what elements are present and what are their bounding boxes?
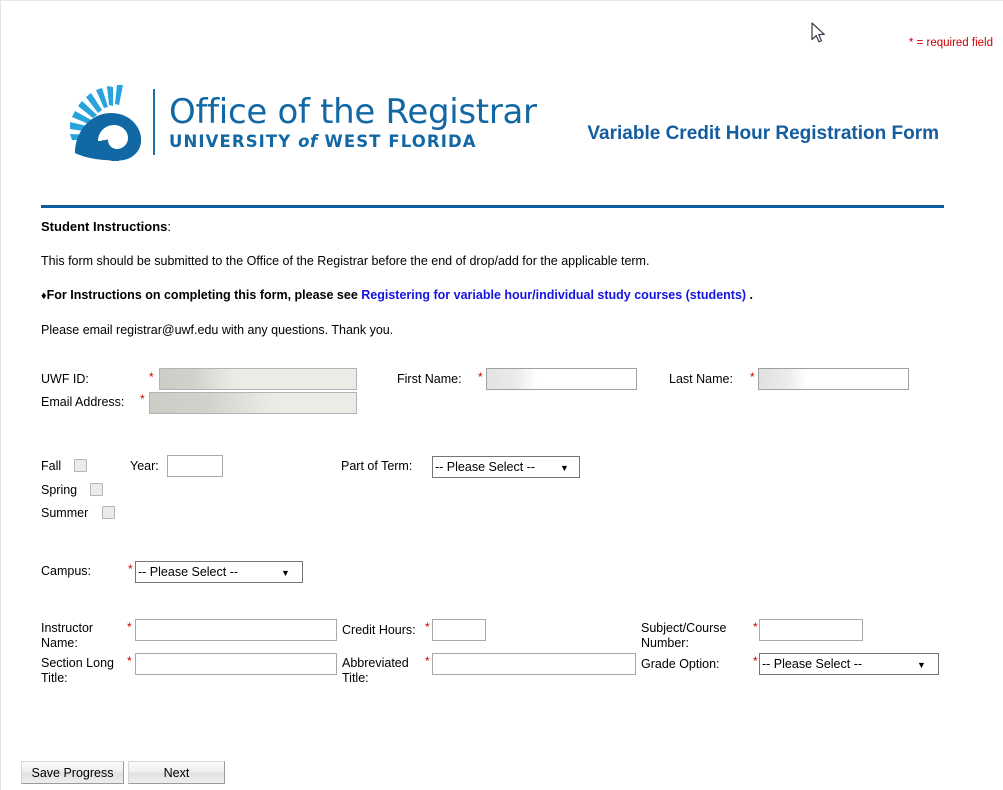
logo-divider bbox=[153, 89, 155, 155]
section-long-title-label-line1: Section Long bbox=[41, 656, 114, 670]
subject-course-number-label: Subject/Course Number: bbox=[641, 621, 726, 651]
first-name-redaction bbox=[487, 369, 537, 389]
credit-hours-label: Credit Hours: bbox=[342, 623, 416, 637]
mouse-cursor-icon bbox=[811, 22, 829, 46]
logo-university-post: WEST FLORIDA bbox=[317, 132, 477, 151]
abbreviated-title-label-line2: Title: bbox=[342, 671, 369, 685]
uwf-registrar-logo: Office of the Registrar UNIVERSITY of WE… bbox=[63, 83, 537, 162]
abbreviated-title-label: Abbreviated Title: bbox=[342, 656, 409, 686]
student-instructions-block: Student Instructions: This form should b… bbox=[41, 219, 961, 356]
summer-label: Summer bbox=[41, 506, 89, 520]
logo-university-line: UNIVERSITY of WEST FLORIDA bbox=[169, 132, 537, 152]
instructions-line-2-pre: For Instructions on completing this form… bbox=[46, 288, 362, 302]
next-button[interactable]: Next bbox=[128, 761, 225, 784]
instructor-name-label: Instructor Name: bbox=[41, 621, 93, 651]
page-title: Variable Credit Hour Registration Form bbox=[587, 123, 939, 144]
grade-option-select[interactable]: -- Please Select -- bbox=[759, 653, 939, 675]
part-of-term-label: Part of Term: bbox=[341, 459, 413, 473]
first-name-required-star: * bbox=[478, 370, 483, 384]
spring-label: Spring bbox=[41, 483, 78, 497]
subject-course-number-label-line2: Number: bbox=[641, 636, 689, 650]
abbreviated-title-label-line1: Abbreviated bbox=[342, 656, 409, 670]
subject-course-number-input[interactable] bbox=[759, 619, 863, 641]
save-progress-button[interactable]: Save Progress bbox=[21, 761, 124, 784]
campus-required-star: * bbox=[128, 562, 133, 576]
logo-wordmark: Office of the Registrar UNIVERSITY of WE… bbox=[169, 92, 537, 152]
abbreviated-title-required-star: * bbox=[425, 654, 430, 668]
grade-option-required-star: * bbox=[753, 654, 758, 668]
uwf-id-label: UWF ID: bbox=[41, 372, 89, 386]
fall-label: Fall bbox=[41, 459, 62, 473]
first-name-label: First Name: bbox=[397, 372, 462, 386]
email-address-required-star: * bbox=[140, 392, 145, 406]
last-name-required-star: * bbox=[750, 370, 755, 384]
first-name-input[interactable] bbox=[486, 368, 637, 390]
section-long-title-label: Section Long Title: bbox=[41, 656, 114, 686]
instructions-heading-colon: : bbox=[167, 219, 172, 234]
logo-office-line: Office of the Registrar bbox=[169, 92, 537, 132]
instructor-name-input[interactable] bbox=[135, 619, 337, 641]
registration-form-page: * = required field Office of the Registr… bbox=[0, 0, 1003, 790]
instructions-heading: Student Instructions: bbox=[41, 219, 961, 235]
section-long-title-input[interactable] bbox=[135, 653, 337, 675]
year-label: Year: bbox=[130, 459, 159, 473]
header-divider-rule bbox=[41, 205, 944, 208]
grade-option-label: Grade Option: bbox=[641, 657, 720, 671]
uwf-id-redaction bbox=[160, 369, 236, 389]
fall-checkbox[interactable] bbox=[74, 459, 87, 472]
spring-checkbox[interactable] bbox=[90, 483, 103, 496]
instructions-line-2-post: . bbox=[746, 288, 754, 302]
section-long-title-required-star: * bbox=[127, 654, 132, 668]
page-header: Office of the Registrar UNIVERSITY of WE… bbox=[1, 79, 1003, 175]
subject-course-number-label-line1: Subject/Course bbox=[641, 621, 727, 635]
uwf-id-input[interactable] bbox=[159, 368, 357, 390]
abbreviated-title-input[interactable] bbox=[432, 653, 636, 675]
subject-course-number-required-star: * bbox=[753, 620, 758, 634]
email-address-label: Email Address: bbox=[41, 395, 125, 409]
instructions-heading-text: Student Instructions bbox=[41, 219, 168, 234]
last-name-redaction bbox=[759, 369, 806, 389]
email-address-redaction bbox=[150, 393, 278, 413]
email-address-input[interactable] bbox=[149, 392, 357, 414]
required-field-note: * = required field bbox=[908, 37, 993, 49]
campus-label: Campus: bbox=[41, 564, 92, 578]
uwf-id-required-star: * bbox=[149, 370, 154, 384]
part-of-term-select[interactable]: -- Please Select -- bbox=[432, 456, 580, 478]
credit-hours-required-star: * bbox=[425, 620, 430, 634]
logo-university-pre: UNIVERSITY bbox=[169, 132, 299, 151]
summer-checkbox[interactable] bbox=[102, 506, 115, 519]
instructor-name-required-star: * bbox=[127, 620, 132, 634]
last-name-label: Last Name: bbox=[669, 372, 733, 386]
instructor-name-label-line1: Instructor bbox=[41, 621, 94, 635]
instructions-link[interactable]: Registering for variable hour/individual… bbox=[361, 288, 746, 302]
instructions-line-2: ♦For Instructions on completing this for… bbox=[41, 287, 961, 304]
instructor-name-label-line2: Name: bbox=[41, 636, 78, 650]
year-input[interactable] bbox=[167, 455, 223, 477]
uwf-nautilus-logo-icon bbox=[63, 83, 147, 162]
section-long-title-label-line2: Title: bbox=[41, 671, 68, 685]
instructions-line-1: This form should be submitted to the Off… bbox=[41, 254, 650, 268]
last-name-input[interactable] bbox=[758, 368, 909, 390]
credit-hours-input[interactable] bbox=[432, 619, 486, 641]
instructions-line-3: Please email registrar@uwf.edu with any … bbox=[41, 323, 394, 337]
campus-select[interactable]: -- Please Select -- bbox=[135, 561, 303, 583]
logo-university-of: of bbox=[298, 132, 318, 151]
